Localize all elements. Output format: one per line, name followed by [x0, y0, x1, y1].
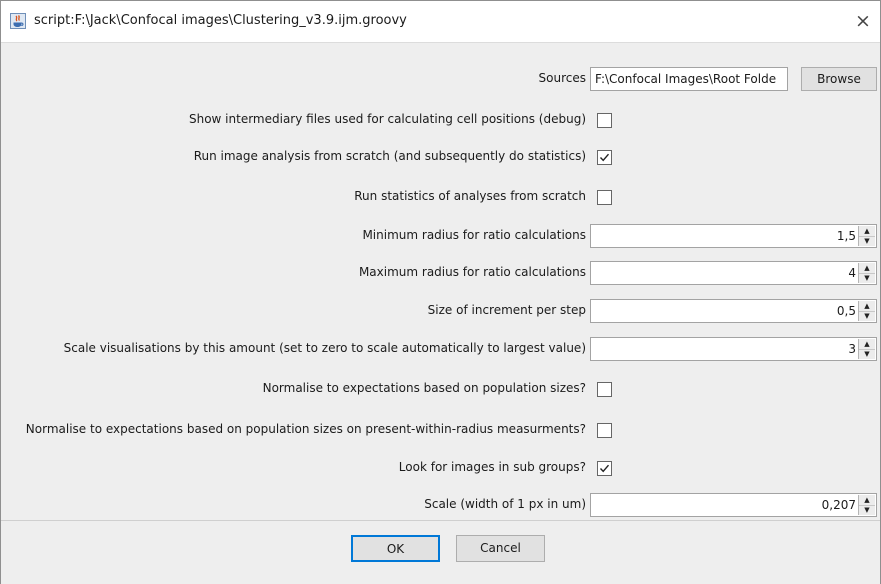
option-row-run-statistics: Run statistics of analyses from scratch [10, 185, 879, 211]
spinner-down-arrow-icon[interactable]: ▼ [859, 273, 875, 283]
cancel-button[interactable]: Cancel [456, 535, 545, 562]
option-row-scale-px: Scale (width of 1 px in um) 0,207 ▲ ▼ [10, 493, 879, 519]
option-label: Run statistics of analyses from scratch [354, 189, 586, 203]
java-app-icon [10, 13, 26, 29]
spinner-down-arrow-icon[interactable]: ▼ [859, 311, 875, 321]
option-row-max-radius: Maximum radius for ratio calculations 4 … [10, 261, 879, 287]
spinner-arrows: ▲ ▼ [858, 263, 875, 283]
spinner-value[interactable]: 0,5 [837, 304, 856, 318]
normalise-population-checkbox[interactable] [597, 382, 612, 397]
button-bar: OK Cancel [1, 520, 880, 584]
spinner-arrows: ▲ ▼ [858, 495, 875, 515]
option-row-run-analysis: Run image analysis from scratch (and sub… [10, 145, 879, 171]
sources-field[interactable] [590, 67, 788, 91]
option-row-min-radius: Minimum radius for ratio calculations 1,… [10, 224, 879, 250]
option-row-increment: Size of increment per step 0,5 ▲ ▼ [10, 299, 879, 325]
spinner-arrows: ▲ ▼ [858, 301, 875, 321]
run-analysis-checkbox[interactable] [597, 150, 612, 165]
run-statistics-checkbox[interactable] [597, 190, 612, 205]
option-row-sub-groups: Look for images in sub groups? [10, 456, 879, 482]
options-panel: Sources Browse Show intermediary files u… [10, 58, 879, 517]
window-title: script:F:\Jack\Confocal images\Clusterin… [34, 13, 407, 28]
option-label: Run image analysis from scratch (and sub… [193, 149, 586, 163]
spinner-down-arrow-icon[interactable]: ▼ [859, 505, 875, 515]
option-label: Normalise to expectations based on popul… [25, 422, 586, 436]
checkmark-icon [599, 153, 610, 162]
min-radius-spinner[interactable]: 1,5 ▲ ▼ [590, 224, 877, 248]
sources-row: Sources Browse [10, 67, 879, 93]
spinner-value[interactable]: 3 [848, 342, 856, 356]
option-row-normalise-radius: Normalise to expectations based on popul… [10, 418, 879, 444]
spinner-value[interactable]: 4 [848, 266, 856, 280]
option-label: Size of increment per step [427, 303, 586, 317]
option-label: Minimum radius for ratio calculations [362, 228, 586, 242]
spinner-value[interactable]: 1,5 [837, 229, 856, 243]
ok-button[interactable]: OK [351, 535, 440, 562]
close-button[interactable]: × [846, 7, 880, 35]
spinner-arrows: ▲ ▼ [858, 339, 875, 359]
checkmark-icon [599, 464, 610, 473]
option-label: Maximum radius for ratio calculations [358, 265, 586, 279]
max-radius-spinner[interactable]: 4 ▲ ▼ [590, 261, 877, 285]
option-row-scale-visualisations: Scale visualisations by this amount (set… [10, 337, 879, 363]
spinner-down-arrow-icon[interactable]: ▼ [859, 236, 875, 246]
option-row-normalise-population: Normalise to expectations based on popul… [10, 377, 879, 403]
option-label: Normalise to expectations based on popul… [262, 381, 586, 395]
option-label: Scale (width of 1 px in um) [424, 497, 586, 511]
dialog-window: script:F:\Jack\Confocal images\Clusterin… [0, 0, 881, 584]
option-label: Show intermediary files used for calcula… [188, 112, 586, 126]
sources-label: Sources [538, 71, 586, 85]
browse-button[interactable]: Browse [801, 67, 877, 91]
normalise-radius-checkbox[interactable] [597, 423, 612, 438]
spinner-arrows: ▲ ▼ [858, 226, 875, 246]
option-row-debug: Show intermediary files used for calcula… [10, 108, 879, 134]
title-bar: script:F:\Jack\Confocal images\Clusterin… [1, 1, 880, 43]
debug-checkbox[interactable] [597, 113, 612, 128]
scale-px-spinner[interactable]: 0,207 ▲ ▼ [590, 493, 877, 517]
spinner-value[interactable]: 0,207 [822, 498, 856, 512]
increment-spinner[interactable]: 0,5 ▲ ▼ [590, 299, 877, 323]
option-label: Scale visualisations by this amount (set… [63, 341, 586, 355]
scale-visualisations-spinner[interactable]: 3 ▲ ▼ [590, 337, 877, 361]
spinner-down-arrow-icon[interactable]: ▼ [859, 349, 875, 359]
sub-groups-checkbox[interactable] [597, 461, 612, 476]
sources-input[interactable] [591, 69, 785, 89]
option-label: Look for images in sub groups? [398, 460, 586, 474]
